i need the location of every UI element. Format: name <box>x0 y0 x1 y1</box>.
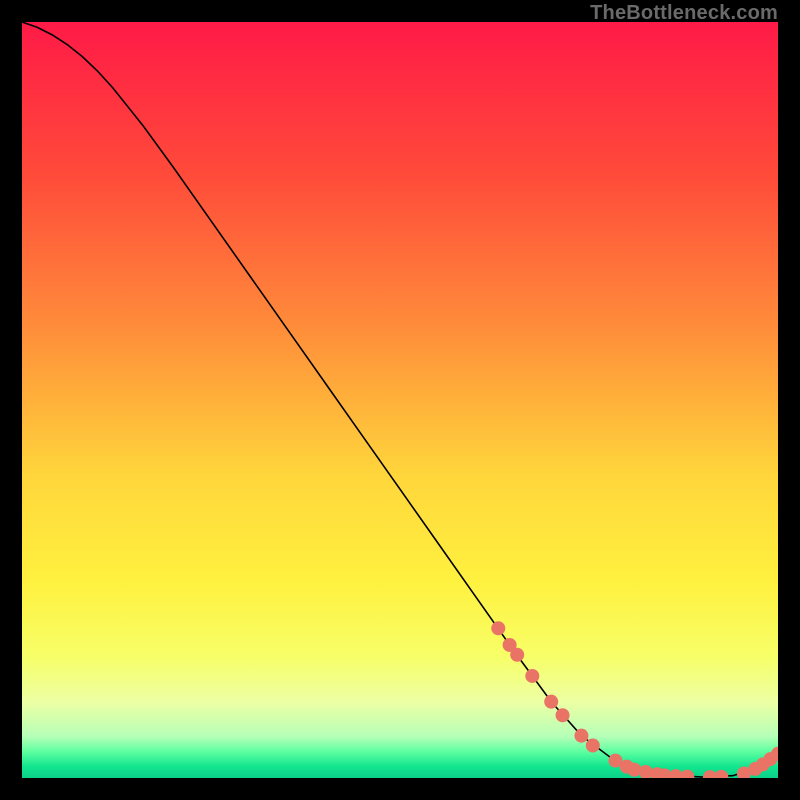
marker-point <box>544 695 558 709</box>
marker-point <box>491 621 505 635</box>
marker-point <box>556 708 570 722</box>
marker-point <box>574 729 588 743</box>
gradient-background <box>22 22 778 778</box>
marker-point <box>586 738 600 752</box>
plot-area <box>22 22 778 778</box>
marker-point <box>510 648 524 662</box>
chart-svg <box>22 22 778 778</box>
watermark-text: TheBottleneck.com <box>590 2 778 25</box>
chart-stage: TheBottleneck.com <box>0 0 800 800</box>
marker-point <box>525 669 539 683</box>
